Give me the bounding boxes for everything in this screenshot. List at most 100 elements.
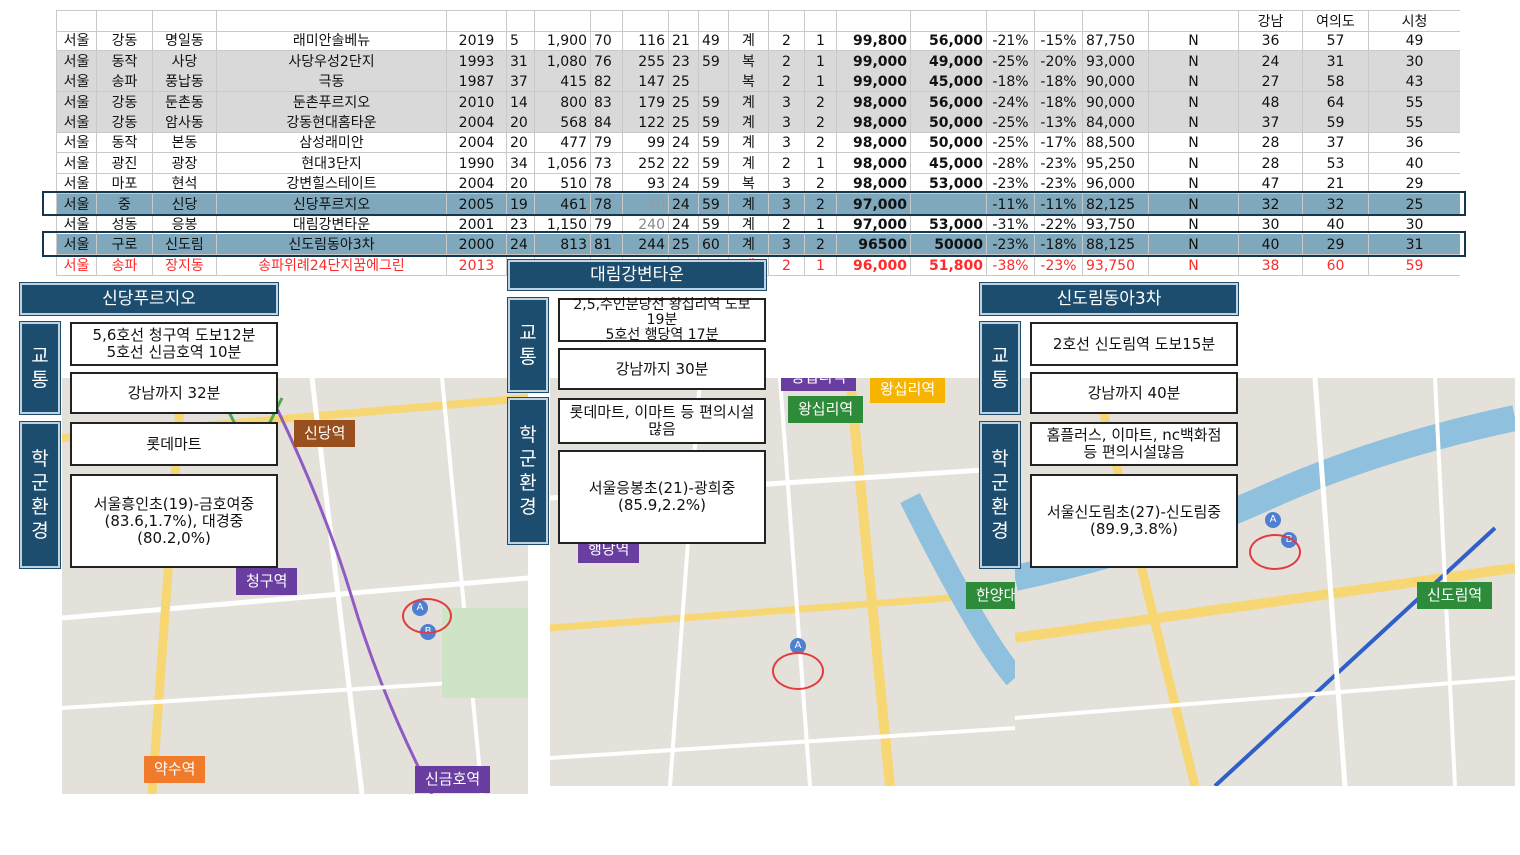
table-cell-p2: 51,800 (910, 254, 986, 275)
row-highlight-frame (42, 231, 1466, 257)
table-cell-p2: 50,000 (910, 132, 986, 153)
table-cell-p3: 93,000 (1082, 50, 1148, 71)
header-cell: 강남 (1238, 11, 1302, 31)
table-cell-n4: 25 (668, 91, 698, 112)
table-cell-flag: N (1148, 132, 1238, 153)
table-cell-n4: 21 (668, 30, 698, 51)
table-cell-n3: 252 (622, 152, 668, 173)
table-cell-n3: 116 (622, 30, 668, 51)
table-cell-n2: 70 (590, 30, 622, 51)
table-row[interactable]: 서울 강동 암사동 강동현대홈타운 2004 20 568 84 122 25 59 계 3 2 98,00… (56, 112, 1460, 133)
table-cell-n7: 1 (804, 50, 836, 71)
table-cell-n1: 31 (506, 50, 534, 71)
table-cell-n6: 3 (768, 132, 804, 153)
table-cell-dong: 명일동 (152, 30, 216, 51)
table-cell-n7: 1 (804, 152, 836, 173)
header-cell (836, 11, 910, 31)
commute-info-sindorim: 강남까지 40분 (1030, 372, 1238, 414)
table-cell-gu: 동작 (96, 50, 152, 71)
table-row[interactable]: 서울 강동 명일동 래미안솔베뉴 2019 5 1,900 70 116 21 49 계 2 1 99,80… (56, 30, 1460, 52)
panel-title-sindorim: 신도림동아3차 (979, 282, 1239, 316)
table-cell-gu: 광진 (96, 152, 152, 173)
table-cell-n1: 20 (506, 132, 534, 153)
header-cell (804, 11, 836, 31)
table-cell-n5 (698, 71, 728, 92)
table-row[interactable]: 서울 동작 사당 사당우성2단지 1993 31 1,080 76 255 23 59 복 2 1 99,0… (56, 50, 1460, 72)
school-label-sindang: 학군환경 (19, 421, 61, 569)
table-cell-type: 복 (728, 71, 768, 92)
table-cell-r1: -28% (986, 152, 1034, 173)
panel-title-daerim: 대림강변타운 (507, 259, 767, 291)
table-cell-r2: -13% (1034, 112, 1082, 132)
transport-label-sindang: 교통 (19, 321, 61, 415)
table-cell-r1: -18% (986, 71, 1034, 92)
school-label-daerim: 학군환경 (507, 397, 549, 545)
table-cell-p3: 84,000 (1082, 112, 1148, 132)
table-cell-name: 래미안솔베뉴 (216, 30, 446, 51)
table-cell-gu: 강동 (96, 91, 152, 112)
table-cell-t1: 48 (1238, 91, 1302, 112)
station-tag-singeumho: 신금호역 (415, 766, 491, 793)
table-cell-gu: 송파 (96, 254, 152, 275)
table-cell-flag: N (1148, 254, 1238, 275)
table-cell-city: 서울 (56, 152, 96, 173)
header-cell: 시청 (1368, 11, 1460, 31)
table-cell-t1: 27 (1238, 71, 1302, 92)
amenity-info-sindorim: 홈플러스, 이마트, nc백화점 등 편의시설많음 (1030, 422, 1238, 466)
table-cell-type: 복 (728, 50, 768, 71)
table-cell-hh: 568 (534, 112, 590, 132)
table-cell-r2: -23% (1034, 152, 1082, 173)
highlight-circle (402, 598, 452, 634)
table-row[interactable]: 서울 동작 본동 삼성래미안 2004 20 477 79 99 24 59 계 3 2 98,000 50,… (56, 132, 1460, 154)
table-row[interactable]: 서울 광진 광장 현대3단지 1990 34 1,056 73 252 22 59 계 2 1 98,000… (56, 152, 1460, 174)
table-cell-n5: 59 (698, 152, 728, 173)
table-cell-n6: 2 (768, 30, 804, 51)
table-cell-n1: 34 (506, 152, 534, 173)
table-cell-t3: 30 (1368, 50, 1460, 71)
table-cell-n3: 122 (622, 112, 668, 132)
amenity-info-sindang: 롯데마트 (70, 422, 278, 466)
station-tag-hanyang: 한양대 (966, 582, 1015, 609)
highlight-circle (772, 652, 824, 690)
table-cell-type: 계 (728, 132, 768, 153)
table-cell-gu: 송파 (96, 71, 152, 92)
table-cell-dong: 둔촌동 (152, 91, 216, 112)
table-cell-p3: 95,250 (1082, 152, 1148, 173)
header-cell (986, 11, 1034, 31)
table-cell-p3: 93,750 (1082, 254, 1148, 275)
table-cell-name: 사당우성2단지 (216, 50, 446, 71)
table-cell-r1: -38% (986, 254, 1034, 275)
station-tag-sindorim: 신도림역 (1417, 582, 1493, 609)
table-cell-t1: 36 (1238, 30, 1302, 51)
commute-info-sindang: 강남까지 32분 (70, 372, 278, 414)
table-cell-t1: 28 (1238, 152, 1302, 173)
table-row[interactable]: 서울 강동 둔촌동 둔촌푸르지오 2010 14 800 83 179 25 59 계 3 2 98,000… (56, 91, 1460, 113)
header-cell (728, 11, 768, 31)
table-cell-r1: -25% (986, 112, 1034, 132)
table-cell-t3: 40 (1368, 152, 1460, 173)
table-cell-hh: 415 (534, 71, 590, 92)
table-cell-n4: 22 (668, 152, 698, 173)
table-cell-n4: 24 (668, 132, 698, 153)
table-cell-dong: 풍납동 (152, 71, 216, 92)
table-cell-city: 서울 (56, 71, 96, 92)
table-cell-p1: 98,000 (836, 152, 910, 173)
table-cell-flag: N (1148, 152, 1238, 173)
location-pin-a[interactable]: A (1265, 512, 1281, 528)
table-cell-year: 2004 (446, 132, 506, 153)
table-row[interactable]: 서울 송파 풍납동 극동 1987 37 415 82 147 25 복 2 1 99,000 45,000… (56, 71, 1460, 93)
table-cell-year: 2013 (446, 254, 506, 275)
table-cell-city: 서울 (56, 112, 96, 132)
table-cell-p1: 98,000 (836, 112, 910, 132)
school-info-daerim: 서울응봉초(21)-광희중(85.9,2.2%) (558, 450, 766, 544)
table-cell-t2: 59 (1302, 112, 1368, 132)
station-tag-wangsimni-2: 왕십리역 (788, 396, 864, 423)
table-cell-p2: 56,000 (910, 30, 986, 51)
table-cell-t2: 64 (1302, 91, 1368, 112)
table-cell-p1: 98,000 (836, 132, 910, 153)
table-cell-p2: 49,000 (910, 50, 986, 71)
table-cell-t2: 31 (1302, 50, 1368, 71)
table-cell-p2: 56,000 (910, 91, 986, 112)
table-cell-t1: 37 (1238, 112, 1302, 132)
header-cell (910, 11, 986, 31)
